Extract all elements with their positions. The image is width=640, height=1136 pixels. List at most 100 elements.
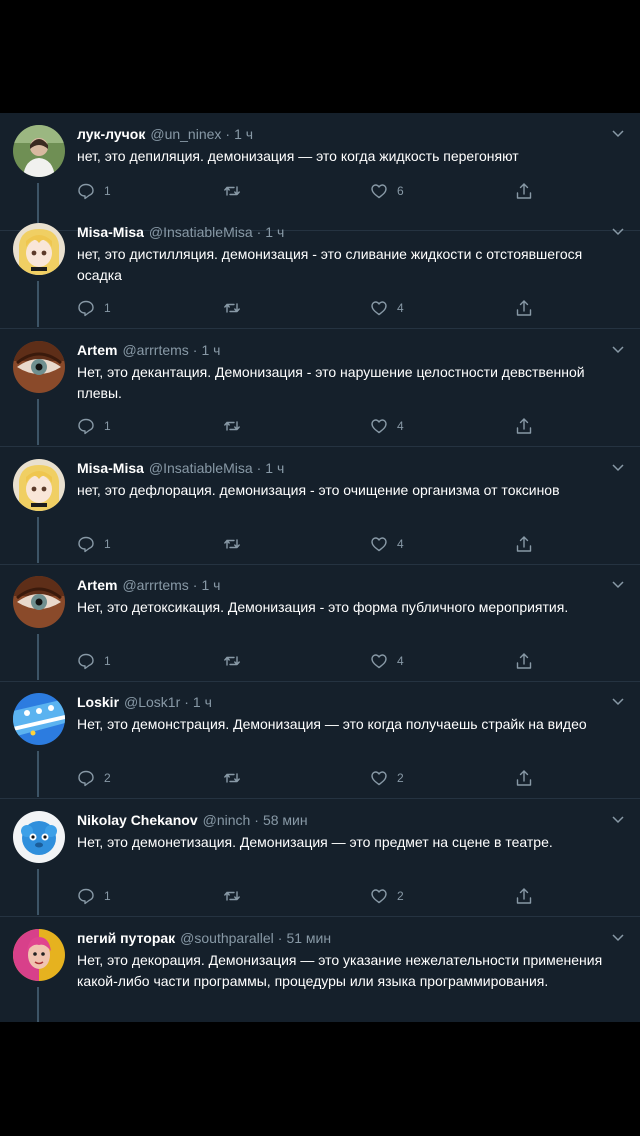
separator-dot: ·: [192, 577, 198, 593]
like-button[interactable]: 6: [370, 180, 404, 202]
share-button[interactable]: [515, 180, 533, 202]
timestamp[interactable]: 1 ч: [265, 460, 284, 476]
display-name[interactable]: Artem: [77, 577, 117, 593]
chevron-down-icon[interactable]: [610, 125, 626, 141]
tweet[interactable]: пегий путорак @southparallel · 51 мин Нет, …: [0, 917, 640, 1022]
chevron-down-icon[interactable]: [610, 693, 626, 709]
username[interactable]: @ninch: [203, 812, 251, 828]
like-icon: [371, 654, 387, 669]
tweet[interactable]: Artem @arrrtems · 1 ч Нет, это декантация. …: [0, 329, 640, 447]
reply-button[interactable]: 1: [77, 885, 111, 907]
separator-dot: ·: [256, 460, 262, 476]
like-button[interactable]: 4: [370, 650, 404, 672]
tweet-actions: 1 6: [77, 180, 557, 202]
thread-line: [37, 634, 39, 680]
display-name[interactable]: Misa-Misa: [77, 460, 144, 476]
reply-icon: [78, 888, 94, 905]
display-name[interactable]: Artem: [77, 342, 117, 358]
share-icon: [516, 418, 532, 434]
reply-icon: [78, 770, 94, 787]
timestamp[interactable]: 1 ч: [201, 342, 220, 358]
timestamp[interactable]: 1 ч: [265, 224, 284, 240]
chevron-down-icon[interactable]: [610, 223, 626, 239]
avatar[interactable]: [13, 811, 65, 863]
tweet[interactable]: Loskir @Losk1r · 1 ч Нет, это демонстрация.…: [0, 681, 640, 799]
avatar[interactable]: [13, 693, 65, 745]
avatar[interactable]: [13, 223, 65, 275]
retweet-button[interactable]: [223, 297, 250, 319]
like-icon: [371, 771, 387, 786]
reply-button[interactable]: 1: [77, 533, 111, 555]
reply-button[interactable]: 1: [77, 180, 111, 202]
timestamp[interactable]: 1 ч: [234, 126, 253, 142]
tweet-actions: 1 4: [77, 533, 557, 555]
retweet-button[interactable]: [223, 885, 250, 907]
username[interactable]: @arrrtems: [122, 577, 188, 593]
avatar[interactable]: [13, 576, 65, 628]
reply-button[interactable]: 2: [77, 767, 111, 789]
retweet-button[interactable]: [223, 415, 250, 437]
chevron-down-icon[interactable]: [610, 576, 626, 592]
display-name[interactable]: лук-лучок: [77, 126, 145, 142]
tweet[interactable]: Misa-Misa @InsatiableMisa · 1 ч нет, это ди…: [0, 211, 640, 329]
tweet[interactable]: Artem @arrrtems · 1 ч Нет, это детоксикация…: [0, 564, 640, 682]
share-icon: [516, 300, 532, 316]
like-button[interactable]: 2: [370, 885, 404, 907]
like-button[interactable]: 4: [370, 415, 404, 437]
tweet-text: Нет, это декорация. Демонизация — это ук…: [77, 952, 603, 989]
retweet-button[interactable]: [223, 767, 250, 789]
timestamp[interactable]: 1 ч: [193, 694, 212, 710]
share-button[interactable]: [515, 297, 533, 319]
avatar[interactable]: [13, 125, 65, 177]
thread-line: [37, 751, 39, 797]
share-button[interactable]: [515, 650, 533, 672]
tweet[interactable]: Nikolay Chekanov @ninch · 58 мин Нет, это д…: [0, 799, 640, 917]
display-name[interactable]: Loskir: [77, 694, 119, 710]
reply-button[interactable]: 1: [77, 297, 111, 319]
retweet-button[interactable]: [223, 650, 250, 672]
share-icon: [516, 536, 532, 552]
separator-dot: ·: [192, 342, 198, 358]
timestamp[interactable]: 1 ч: [201, 577, 220, 593]
like-icon: [371, 419, 387, 434]
reply-count: 1: [104, 419, 111, 433]
tweet-text: нет, это дистилляция. демонизация - это …: [77, 246, 583, 283]
display-name[interactable]: Nikolay Chekanov: [77, 812, 198, 828]
share-button[interactable]: [515, 885, 533, 907]
username[interactable]: @Losk1r: [124, 694, 180, 710]
share-icon: [516, 888, 532, 904]
separator-dot: ·: [277, 930, 283, 946]
chevron-down-icon[interactable]: [610, 459, 626, 475]
like-button[interactable]: 4: [370, 297, 404, 319]
username[interactable]: @InsatiableMisa: [149, 224, 253, 240]
chevron-down-icon[interactable]: [610, 929, 626, 945]
reply-icon: [78, 536, 94, 553]
display-name[interactable]: пегий путорак: [77, 930, 175, 946]
like-button[interactable]: 2: [370, 767, 404, 789]
thread-line: [37, 869, 39, 915]
reply-count: 2: [104, 771, 111, 785]
avatar[interactable]: [13, 459, 65, 511]
timestamp[interactable]: 58 мин: [263, 812, 308, 828]
reply-button[interactable]: 1: [77, 650, 111, 672]
retweet-button[interactable]: [223, 180, 250, 202]
username[interactable]: @southparallel: [180, 930, 274, 946]
share-button[interactable]: [515, 767, 533, 789]
avatar[interactable]: [13, 929, 65, 981]
timestamp[interactable]: 51 мин: [286, 930, 331, 946]
chevron-down-icon[interactable]: [610, 811, 626, 827]
tweet-header: лук-лучок @un_ninex · 1 ч: [77, 125, 597, 143]
chevron-down-icon[interactable]: [610, 341, 626, 357]
tweet[interactable]: Misa-Misa @InsatiableMisa · 1 ч нет, это де…: [0, 447, 640, 565]
like-button[interactable]: 4: [370, 533, 404, 555]
username[interactable]: @arrrtems: [122, 342, 188, 358]
avatar[interactable]: [13, 341, 65, 393]
share-button[interactable]: [515, 415, 533, 437]
username[interactable]: @un_ninex: [150, 126, 221, 142]
tweet-header: Nikolay Chekanov @ninch · 58 мин: [77, 811, 597, 829]
username[interactable]: @InsatiableMisa: [149, 460, 253, 476]
display-name[interactable]: Misa-Misa: [77, 224, 144, 240]
reply-button[interactable]: 1: [77, 415, 111, 437]
retweet-button[interactable]: [223, 533, 250, 555]
share-button[interactable]: [515, 533, 533, 555]
